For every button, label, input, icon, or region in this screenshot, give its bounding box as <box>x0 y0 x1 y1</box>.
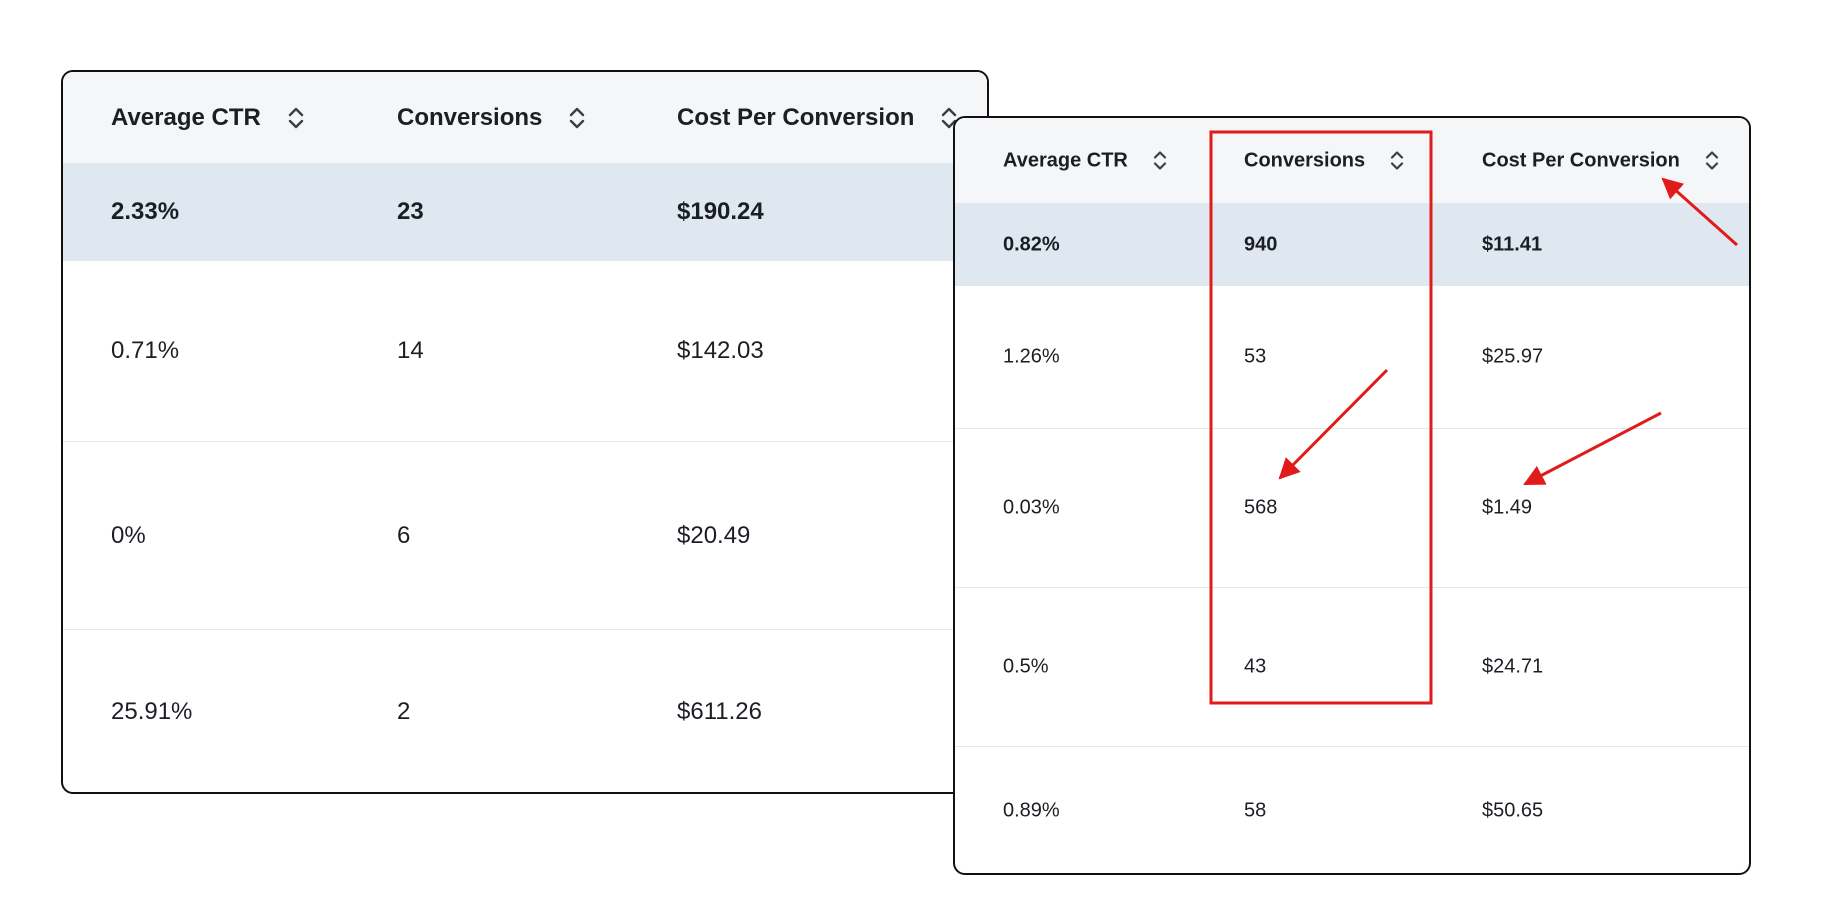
cell-average-ctr: 0% <box>111 521 146 549</box>
column-header-label: Conversions <box>397 103 543 131</box>
table-row[interactable]: 0.71% 14 $142.03 <box>63 261 987 442</box>
cell-conversions: 940 <box>1244 233 1278 255</box>
cell-conversions: 53 <box>1244 345 1267 368</box>
cell-cost-per-conversion: $1.49 <box>1482 496 1533 519</box>
column-header-label: Average CTR <box>1003 149 1128 171</box>
table-row[interactable]: 0.5% 43 $24.71 <box>955 588 1749 747</box>
table-row[interactable]: 0.82% 940 $11.41 <box>955 203 1749 286</box>
sort-icon[interactable] <box>1704 150 1720 172</box>
column-header-average-ctr[interactable]: Average CTR <box>111 104 305 132</box>
table-card-left: Average CTR Conversions Cost Per Convers… <box>61 70 989 794</box>
cell-conversions: 6 <box>397 521 411 549</box>
sort-icon[interactable] <box>287 106 305 130</box>
table-row[interactable]: 0% 6 $20.49 <box>63 442 987 630</box>
cell-average-ctr: 0.82% <box>1003 233 1060 255</box>
table-header-row: Average CTR Conversions Cost Per Convers… <box>63 72 987 163</box>
cell-cost-per-conversion: $142.03 <box>677 337 764 364</box>
column-header-label: Average CTR <box>111 103 261 131</box>
cell-average-ctr: 0.03% <box>1003 496 1060 519</box>
table-row[interactable]: 2.33% 23 $190.24 <box>63 163 987 261</box>
sort-icon[interactable] <box>568 106 586 130</box>
cell-average-ctr: 0.71% <box>111 337 180 364</box>
cell-cost-per-conversion: $190.24 <box>677 198 764 225</box>
column-header-label: Cost Per Conversion <box>677 103 915 131</box>
sort-icon[interactable] <box>1389 150 1405 172</box>
column-header-average-ctr[interactable]: Average CTR <box>1003 149 1168 172</box>
cell-conversions: 58 <box>1244 799 1267 822</box>
cell-average-ctr: 2.33% <box>111 198 180 225</box>
sort-icon[interactable] <box>1152 150 1168 172</box>
column-header-label: Conversions <box>1244 149 1366 171</box>
cell-conversions: 2 <box>397 698 411 725</box>
column-header-conversions[interactable]: Conversions <box>397 104 586 132</box>
table-row[interactable]: 0.03% 568 $1.49 <box>955 429 1749 588</box>
cell-cost-per-conversion: $50.65 <box>1482 799 1544 822</box>
cell-cost-per-conversion: $11.41 <box>1482 233 1543 255</box>
table-header-row: Average CTR Conversions Cost Per Convers… <box>955 118 1749 203</box>
table-row[interactable]: 25.91% 2 $611.26 <box>63 630 987 792</box>
cell-conversions: 14 <box>397 337 424 364</box>
column-header-conversions[interactable]: Conversions <box>1244 149 1405 172</box>
column-header-cost-per-conversion[interactable]: Cost Per Conversion <box>1482 149 1720 172</box>
cell-cost-per-conversion: $25.97 <box>1482 345 1544 368</box>
cell-average-ctr: 0.89% <box>1003 799 1060 822</box>
table-row[interactable]: 0.89% 58 $50.65 <box>955 747 1749 873</box>
cell-cost-per-conversion: $611.26 <box>677 698 762 725</box>
cell-average-ctr: 25.91% <box>111 698 193 725</box>
column-header-cost-per-conversion[interactable]: Cost Per Conversion <box>677 104 958 132</box>
cell-average-ctr: 1.26% <box>1003 345 1060 368</box>
cell-cost-per-conversion: $24.71 <box>1482 655 1544 678</box>
column-header-label: Cost Per Conversion <box>1482 149 1680 171</box>
cell-conversions: 568 <box>1244 496 1278 519</box>
cell-cost-per-conversion: $20.49 <box>677 521 751 549</box>
cell-conversions: 43 <box>1244 655 1267 678</box>
table-row[interactable]: 1.26% 53 $25.97 <box>955 286 1749 429</box>
table-card-right: Average CTR Conversions Cost Per Convers… <box>953 116 1751 875</box>
cell-conversions: 23 <box>397 198 424 225</box>
cell-average-ctr: 0.5% <box>1003 655 1049 678</box>
